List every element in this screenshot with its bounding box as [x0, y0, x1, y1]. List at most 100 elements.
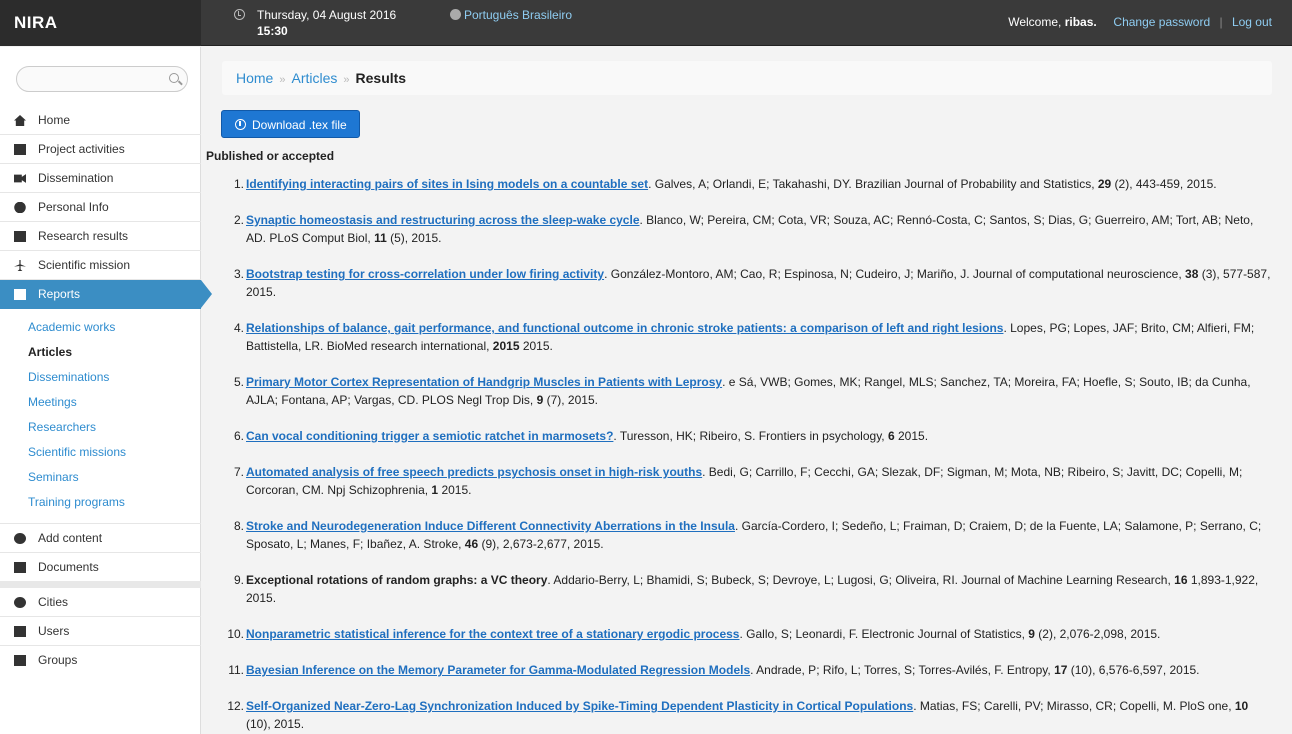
brand-logo[interactable]: NIRA: [0, 0, 201, 46]
sidebar-item-label: Home: [38, 113, 71, 127]
search-input[interactable]: [16, 66, 188, 92]
reference-item: 6. Can vocal conditioning trigger a semio…: [202, 427, 1274, 445]
lock-icon: [14, 655, 26, 666]
language-link[interactable]: Português Brasileiro: [450, 8, 572, 22]
reference-title-link[interactable]: Can vocal conditioning trigger a semioti…: [246, 429, 613, 443]
sidebar-item-scientific-mission[interactable]: Scientific mission: [0, 251, 201, 280]
sidebar-item-users[interactable]: Users: [0, 617, 201, 646]
breadcrumb-articles[interactable]: Articles: [291, 70, 337, 86]
reference-item: 4. Relationships of balance, gait perform…: [202, 319, 1274, 355]
main-nav: Home Project activities Dissemination Pe…: [0, 106, 212, 309]
reference-volume: 38: [1185, 267, 1199, 281]
reference-item: 7. Automated analysis of free speech pred…: [202, 463, 1274, 499]
reference-details: 2015.: [519, 339, 553, 353]
sidebar-item-label: Cities: [38, 595, 69, 609]
sidebar-item-label: Groups: [38, 653, 78, 667]
reference-authors: . Andrade, P; Rifo, L; Torres, S; Torres…: [750, 663, 1055, 677]
language-label: Português Brasileiro: [464, 8, 573, 22]
reference-volume: 6: [887, 429, 895, 443]
sidebar-item-cities[interactable]: Cities: [0, 588, 201, 617]
reference-title-link[interactable]: Relationships of balance, gait performan…: [246, 321, 1003, 335]
reference-details: 2015.: [438, 483, 472, 497]
submenu-training-programs[interactable]: Training programs: [0, 490, 201, 515]
sidebar-item-reports[interactable]: Reports: [0, 280, 212, 309]
reference-item: 5. Primary Motor Cortex Representation of…: [202, 373, 1274, 409]
sidebar-item-home[interactable]: Home: [0, 106, 201, 135]
reference-authors: . Addario-Berry, L; Bhamidi, S; Bubeck, …: [547, 573, 1175, 587]
submenu-scientific-missions[interactable]: Scientific missions: [0, 440, 201, 465]
logout-link[interactable]: Log out: [1232, 15, 1272, 29]
sidebar-item-documents[interactable]: Documents: [0, 553, 201, 582]
reference-number: 6.: [233, 429, 244, 443]
sidebar-item-research-results[interactable]: Research results: [0, 222, 201, 251]
reference-title-link[interactable]: Nonparametric statistical inference for …: [246, 627, 739, 641]
username: ribas.: [1064, 15, 1097, 29]
reference-number: 7.: [233, 465, 244, 479]
search-icon[interactable]: [169, 73, 179, 83]
reference-title-link[interactable]: Automated analysis of free speech predic…: [246, 465, 702, 479]
reference-volume: 9: [1028, 627, 1035, 641]
change-password-link[interactable]: Change password: [1113, 15, 1210, 29]
download-icon: [235, 119, 246, 130]
reference-title-link[interactable]: Bayesian Inference on the Memory Paramet…: [246, 663, 750, 677]
book-icon: [14, 231, 26, 242]
reference-details: 2015.: [894, 429, 929, 443]
reference-authors: . Galves, A; Orlandi, E; Takahashi, DY. …: [648, 177, 1098, 191]
download-tex-button[interactable]: Download .tex file: [221, 110, 360, 138]
submenu-articles[interactable]: Articles: [0, 340, 201, 365]
reference-item: 10. Nonparametric statistical inference f…: [202, 625, 1274, 643]
reference-title-link[interactable]: Stroke and Neurodegeneration Induce Diff…: [246, 519, 735, 533]
reference-details: (10), 2015.: [246, 717, 305, 731]
reference-authors: . Gallo, S; Leonardi, F. Electronic Jour…: [739, 627, 1029, 641]
reference-number: 8.: [233, 519, 244, 533]
reference-authors: . Turesson, HK; Ribeiro, S. Frontiers in…: [613, 429, 888, 443]
submenu-researchers[interactable]: Researchers: [0, 415, 201, 440]
reference-authors: . Matias, FS; Carelli, PV; Mirasso, CR; …: [913, 699, 1235, 713]
reference-number: 12.: [227, 699, 244, 713]
reference-volume: 2015: [492, 339, 520, 353]
globe-icon: [450, 9, 461, 20]
reference-title-link[interactable]: Bootstrap testing for cross-correlation …: [246, 267, 604, 281]
reference-number: 11.: [228, 663, 244, 677]
reference-volume: 10: [1234, 699, 1249, 713]
submenu-academic-works[interactable]: Academic works: [0, 315, 201, 340]
section-title: Published or accepted: [206, 149, 335, 163]
submenu-seminars[interactable]: Seminars: [0, 465, 201, 490]
content-nav: Add content Documents: [0, 523, 201, 582]
sidebar-item-project-activities[interactable]: Project activities: [0, 135, 201, 164]
reference-item: 1. Identifying interacting pairs of sites…: [202, 175, 1274, 193]
reference-title-link[interactable]: Identifying interacting pairs of sites i…: [246, 177, 648, 191]
breadcrumb-separator: »: [343, 74, 350, 86]
reference-number: 10.: [227, 627, 244, 641]
sidebar-item-label: Research results: [38, 229, 129, 243]
submenu-meetings[interactable]: Meetings: [0, 390, 201, 415]
top-bar: NIRA Thursday, 04 August 2016 15:30 Port…: [0, 0, 1292, 46]
reference-item: 11. Bayesian Inference on the Memory Para…: [202, 661, 1274, 679]
breadcrumb-separator: »: [279, 74, 286, 86]
reference-details: (10), 6,576-6,597, 2015.: [1067, 663, 1200, 677]
reference-title-link[interactable]: Synaptic homeostasis and restructuring a…: [246, 213, 640, 227]
sidebar-item-add-content[interactable]: Add content: [0, 524, 201, 553]
sidebar-divider: [0, 581, 201, 588]
reference-details: (2), 2,076-2,098, 2015.: [1034, 627, 1161, 641]
document-icon: [14, 562, 26, 573]
reference-details: (5), 2015.: [386, 231, 442, 245]
reports-submenu: Academic works Articles Disseminations M…: [0, 315, 201, 515]
submenu-disseminations[interactable]: Disseminations: [0, 365, 201, 390]
sidebar-item-label: Project activities: [38, 142, 125, 156]
plus-circle-icon: [14, 533, 26, 544]
grid-icon: [14, 289, 26, 300]
reference-number: 1.: [233, 177, 244, 191]
user-icon: [14, 202, 26, 213]
briefcase-icon: [14, 626, 26, 637]
sidebar-item-label: Documents: [38, 560, 99, 574]
reference-title-link[interactable]: Self-Organized Near-Zero-Lag Synchroniza…: [246, 699, 913, 713]
reference-details: (2), 443-459, 2015.: [1111, 177, 1217, 191]
reference-details: (7), 2015.: [543, 393, 598, 407]
breadcrumb-home[interactable]: Home: [236, 70, 273, 86]
globe-icon: [14, 597, 26, 608]
sidebar-item-groups[interactable]: Groups: [0, 646, 201, 675]
sidebar-item-personal-info[interactable]: Personal Info: [0, 193, 201, 222]
reference-title-link[interactable]: Primary Motor Cortex Representation of H…: [246, 375, 722, 389]
sidebar-item-dissemination[interactable]: Dissemination: [0, 164, 201, 193]
